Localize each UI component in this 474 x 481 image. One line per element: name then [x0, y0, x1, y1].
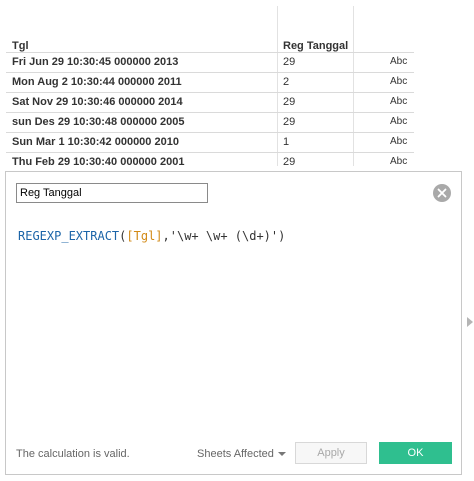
- formula-field: [Tgl]: [126, 229, 163, 243]
- formula-close-paren: ): [278, 229, 286, 243]
- ok-button[interactable]: OK: [379, 442, 452, 464]
- sheets-affected-dropdown[interactable]: Sheets Affected: [197, 448, 286, 460]
- cell-abc: Abc: [390, 156, 408, 167]
- cell-reg-tanggal: 29: [283, 96, 296, 108]
- cell-tgl: Sun Mar 1 10:30:42 000000 2010: [12, 136, 179, 148]
- cell-reg-tanggal: 29: [283, 116, 296, 128]
- expand-panel-arrow-icon[interactable]: [467, 317, 473, 327]
- calculation-name-input[interactable]: [16, 183, 208, 203]
- cell-tgl: Sat Nov 29 10:30:46 000000 2014: [12, 96, 183, 108]
- cell-reg-tanggal: 2: [283, 76, 290, 88]
- apply-button[interactable]: Apply: [295, 442, 367, 464]
- table-row[interactable]: Thu Feb 29 10:30:40 000000 2001 29 Abc: [6, 152, 414, 173]
- cell-tgl: Fri Jun 29 10:30:45 000000 2013: [12, 56, 179, 68]
- cell-tgl: Mon Aug 2 10:30:44 000000 2011: [12, 76, 182, 88]
- close-circle-icon: [437, 188, 447, 198]
- caret-down-icon: [277, 452, 286, 457]
- table-row[interactable]: Sun Mar 1 10:30:42 000000 2010 1 Abc: [6, 132, 414, 152]
- table-row[interactable]: Fri Jun 29 10:30:45 000000 2013 29 Abc: [6, 52, 414, 72]
- cell-abc: Abc: [390, 96, 408, 107]
- formula-function: REGEXP_EXTRACT: [18, 229, 120, 243]
- cell-abc: Abc: [390, 76, 408, 87]
- grid-header: Tgl Reg Tanggal: [6, 6, 414, 52]
- validation-status: The calculation is valid.: [16, 448, 130, 460]
- close-button[interactable]: [433, 184, 451, 202]
- cell-abc: Abc: [390, 116, 408, 127]
- cell-tgl: sun Des 29 10:30:48 000000 2005: [12, 116, 185, 128]
- column-header-tgl[interactable]: Tgl: [12, 40, 29, 52]
- table-row[interactable]: sun Des 29 10:30:48 000000 2005 29 Abc: [6, 112, 414, 132]
- column-header-reg-tanggal[interactable]: Reg Tanggal: [283, 40, 348, 52]
- cell-abc: Abc: [390, 56, 408, 67]
- formula-editor[interactable]: REGEXP_EXTRACT([Tgl],'\w+ \w+ (\d+)'): [18, 229, 285, 243]
- cell-reg-tanggal: 1: [283, 136, 290, 148]
- sheets-affected-label: Sheets Affected: [197, 448, 274, 460]
- data-grid: Tgl Reg Tanggal Fri Jun 29 10:30:45 0000…: [6, 6, 414, 173]
- cell-reg-tanggal: 29: [283, 156, 296, 168]
- table-row[interactable]: Mon Aug 2 10:30:44 000000 2011 2 Abc: [6, 72, 414, 92]
- formula-pattern: '\w+ \w+ (\d+)': [169, 229, 279, 243]
- calculation-editor: REGEXP_EXTRACT([Tgl],'\w+ \w+ (\d+)') Th…: [5, 171, 473, 475]
- cell-tgl: Thu Feb 29 10:30:40 000000 2001: [12, 156, 185, 168]
- cell-abc: Abc: [390, 136, 408, 147]
- formula-comma: ,: [162, 229, 170, 243]
- table-row[interactable]: Sat Nov 29 10:30:46 000000 2014 29 Abc: [6, 92, 414, 112]
- cell-reg-tanggal: 29: [283, 56, 296, 68]
